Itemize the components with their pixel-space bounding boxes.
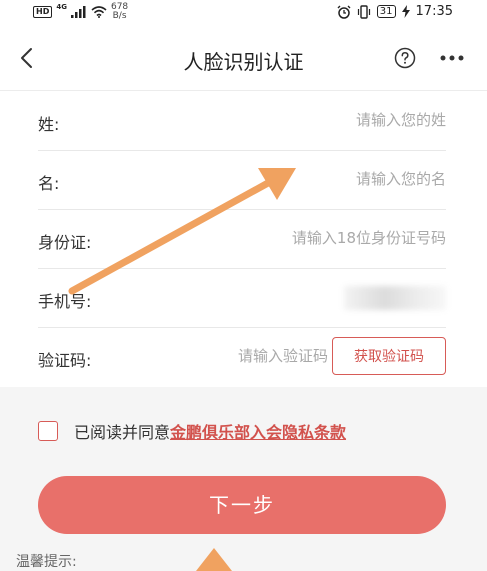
get-code-button[interactable]: 获取验证码: [332, 337, 446, 375]
status-bar-left: HD 4G 678 B/s: [33, 3, 128, 21]
given-name-input[interactable]: [186, 166, 446, 192]
tips-label: 温馨提示:: [16, 554, 77, 570]
surname-row: 姓:: [38, 91, 446, 151]
status-bar-right: 31 17:35: [337, 4, 453, 19]
signal-icon: [70, 6, 86, 18]
annotation-arrow-bottom: [196, 548, 232, 571]
question-circle-icon[interactable]: [394, 47, 416, 69]
agreement-checkbox[interactable]: [38, 421, 58, 441]
network-type: 4G: [56, 3, 67, 11]
id-number-label: 身份证:: [38, 233, 92, 252]
surname-label: 姓:: [38, 115, 60, 134]
phone-label: 手机号:: [38, 292, 92, 311]
battery-level: 31: [376, 5, 396, 18]
hd-badge: HD: [33, 6, 53, 18]
given-name-label: 名:: [38, 174, 60, 193]
code-label: 验证码:: [38, 351, 92, 370]
network-speed-unit: B/s: [112, 11, 127, 21]
charging-icon: [401, 5, 410, 18]
agreement-text: 已阅读并同意: [74, 423, 171, 442]
status-bar: HD 4G 678 B/s 31 17:35: [0, 0, 487, 26]
vibrate-icon: [357, 4, 370, 19]
verification-form: 姓: 名: 身份证: 手机号: 验证码: 获取验证码: [0, 91, 487, 387]
phone-row: 手机号:: [38, 268, 446, 328]
alarm-icon: [337, 5, 351, 19]
agreement-row: 已阅读并同意 金鹏俱乐部入会隐私条款: [38, 418, 346, 444]
code-row: 验证码: 获取验证码: [38, 327, 446, 386]
nav-bar: 人脸识别认证: [0, 26, 487, 91]
clock-time: 17:35: [415, 4, 453, 19]
surname-input[interactable]: [186, 107, 446, 133]
code-input[interactable]: [188, 343, 328, 369]
next-step-button[interactable]: 下一步: [38, 476, 446, 534]
network-speed: 678 B/s: [111, 3, 128, 21]
given-name-row: 名:: [38, 150, 446, 210]
id-number-input[interactable]: [146, 225, 446, 251]
wifi-icon: [91, 6, 107, 18]
phone-number-redacted[interactable]: [344, 286, 446, 310]
id-number-row: 身份证:: [38, 209, 446, 269]
more-dots-icon[interactable]: [440, 54, 464, 62]
privacy-terms-link[interactable]: 金鹏俱乐部入会隐私条款: [170, 419, 346, 443]
